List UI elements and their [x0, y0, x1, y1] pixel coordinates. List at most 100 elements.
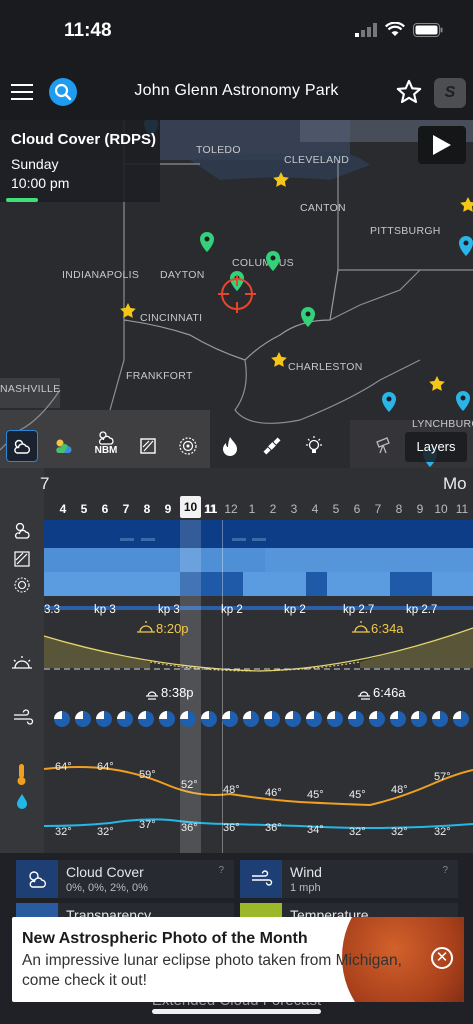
- seeing-row-icon: [14, 577, 30, 593]
- nbm-layer-button[interactable]: NBM: [90, 426, 122, 458]
- smoke-layer-icon[interactable]: [214, 430, 246, 462]
- wind-dial-icon: [348, 711, 364, 727]
- cloud-layer-icon[interactable]: [6, 430, 38, 462]
- hour-label: 5: [332, 502, 340, 516]
- app-header: John Glenn Astronomy Park S: [0, 64, 473, 120]
- sunrise-time: 6:34a: [371, 621, 404, 636]
- wind-icon: [240, 860, 282, 898]
- home-indicator: [152, 1009, 321, 1014]
- city-label: FRANKFORT: [126, 370, 193, 382]
- kp-index: 3.3: [44, 604, 60, 616]
- sunset-time: 8:20p: [156, 621, 189, 636]
- layer-day: Sunday: [11, 156, 59, 172]
- city-label: CINCINNATI: [140, 312, 203, 324]
- day-label-next: Mo: [443, 474, 467, 493]
- wind-dial-icon: [306, 711, 322, 727]
- wifi-icon: [385, 22, 405, 36]
- temperature-label: 59°: [139, 769, 156, 781]
- dewpoint-label: 32°: [434, 826, 451, 838]
- layer-info-card[interactable]: Cloud Cover (RDPS) Sunday 10:00 pm: [0, 120, 160, 202]
- kp-index: kp 2.7: [343, 604, 375, 616]
- kp-index: kp 2: [284, 604, 306, 616]
- city-label: CLEVELAND: [284, 154, 350, 166]
- temperature-label: 45°: [349, 789, 366, 801]
- status-icons: [355, 22, 443, 37]
- hour-label: 5: [80, 502, 88, 516]
- city-label: NASHVILLE: [0, 383, 61, 395]
- wind-dial-icon: [117, 711, 133, 727]
- help-icon[interactable]: ?: [218, 865, 224, 876]
- hour-label: 8: [395, 502, 403, 516]
- selected-hour-label[interactable]: 10: [180, 496, 201, 518]
- city-label: INDIANAPOLIS: [62, 269, 140, 281]
- wind-row-icon: [14, 709, 34, 725]
- hour-strip[interactable]: 7 Mo 4 5 6 7 8 9 11 12 1 2 3 4 5 6 7 8 9…: [40, 468, 473, 520]
- cloud-cover-icon: [16, 860, 58, 898]
- temperature-row-icon: [17, 764, 26, 785]
- satellite-layer-icon[interactable]: [256, 430, 288, 462]
- dewpoint-label: 32°: [97, 826, 114, 838]
- hour-label: 12: [224, 502, 238, 516]
- dewpoint-label: 32°: [391, 826, 408, 838]
- wind-dial-icon: [75, 711, 91, 727]
- layer-time: 10:00 pm: [11, 175, 70, 191]
- aurora-layer-icon[interactable]: [172, 430, 204, 462]
- hour-label: 1: [248, 502, 256, 516]
- legend-wind[interactable]: Wind 1 mph ?: [240, 860, 458, 898]
- dewpoint-label: 32°: [55, 826, 72, 838]
- sun-moon-row-icon: [12, 656, 32, 669]
- wind-dial-icon: [264, 711, 280, 727]
- cloud-map[interactable]: TOLEDO CLEVELAND CANTON PITTSBURGH INDIA…: [0, 120, 473, 468]
- city-label: CANTON: [300, 202, 346, 214]
- playback-progress: [6, 198, 38, 202]
- nbm-label: NBM: [94, 444, 118, 456]
- dewpoint-label: 32°: [349, 826, 366, 838]
- dewpoint-label: 36°: [223, 822, 240, 834]
- wind-dial-icon: [327, 711, 343, 727]
- play-button[interactable]: [418, 126, 466, 164]
- wind-dial-icon: [159, 711, 175, 727]
- city-label: CHARLESTON: [288, 361, 363, 373]
- wind-dial-icon: [390, 711, 406, 727]
- subscription-button[interactable]: S: [434, 78, 466, 108]
- moonrise-time: 6:46a: [373, 685, 406, 700]
- hour-label: 10: [434, 502, 448, 516]
- legend-cloud-cover[interactable]: Cloud Cover 0%, 0%, 2%, 0% ?: [16, 860, 234, 898]
- kp-index: kp 2.7: [406, 604, 438, 616]
- battery-icon: [413, 22, 443, 37]
- layers-button[interactable]: Layers: [405, 432, 467, 462]
- transparency-layer-icon[interactable]: [48, 430, 80, 462]
- legend-title: Wind: [290, 864, 322, 880]
- hour-label: 9: [416, 502, 424, 516]
- favorite-star-icon[interactable]: [395, 78, 423, 111]
- help-icon[interactable]: ?: [442, 865, 448, 876]
- hour-label: 11: [455, 502, 469, 516]
- hour-label: 6: [101, 502, 109, 516]
- hour-label: 11: [204, 502, 218, 516]
- light-pollution-layer-icon[interactable]: [298, 430, 330, 462]
- moonrise-icon: [358, 691, 370, 700]
- dewpoint-row-icon: [17, 794, 27, 809]
- kp-index: kp 3: [94, 604, 116, 616]
- sunset-icon: [137, 621, 155, 633]
- wind-dial-icon: [411, 711, 427, 727]
- banner-message: An impressive lunar eclipse photo taken …: [22, 952, 402, 989]
- hour-label: 3: [290, 502, 298, 516]
- close-icon[interactable]: ✕: [431, 947, 453, 969]
- hour-label: 9: [164, 502, 172, 516]
- temperature-label: 45°: [307, 789, 324, 801]
- hourly-forecast[interactable]: 7 Mo 4 5 6 7 8 9 11 12 1 2 3 4 5 6 7 8 9…: [0, 468, 473, 853]
- forecast-sidebar: [0, 468, 44, 853]
- temperature-label: 48°: [391, 784, 408, 796]
- photo-of-month-banner[interactable]: New Astrospheric Photo of the Month An i…: [12, 917, 464, 1002]
- moonset-time: 8:38p: [161, 685, 194, 700]
- wind-dial-icon: [285, 711, 301, 727]
- telescope-icon[interactable]: [368, 430, 400, 462]
- temperature-label: 52°: [181, 779, 198, 791]
- temperature-label: 64°: [55, 761, 72, 773]
- seeing-layer-icon[interactable]: [132, 430, 164, 462]
- dewpoint-label: 36°: [265, 822, 282, 834]
- layer-title: Cloud Cover (RDPS): [11, 131, 157, 148]
- day-label-previous: 7: [40, 474, 50, 493]
- hour-label: 4: [311, 502, 319, 516]
